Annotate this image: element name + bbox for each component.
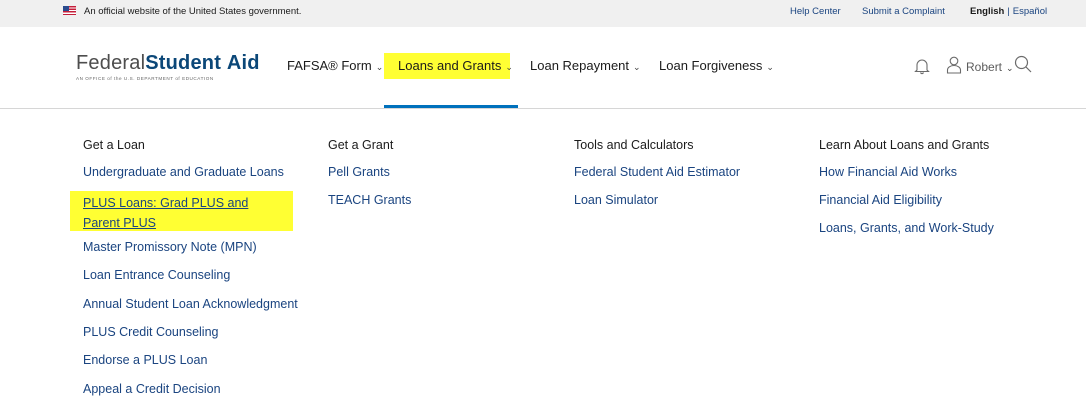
fsa-logo[interactable]: FederalStudent Aid AN OFFICE of the U.S.… [76, 52, 260, 81]
menu-link-teach-grants[interactable]: TEACH Grants [328, 193, 411, 207]
logo-tagline: AN OFFICE of the U.S. DEPARTMENT of EDUC… [76, 76, 214, 81]
menu-col-tools: Tools and Calculators [574, 138, 694, 152]
chevron-down-icon: ⌄ [766, 62, 774, 72]
help-center-link[interactable]: Help Center [790, 6, 841, 17]
nav-loan-repayment-label: Loan Repayment [530, 58, 630, 73]
us-flag-icon [63, 6, 76, 15]
menu-link-loan-simulator[interactable]: Loan Simulator [574, 193, 658, 207]
menu-col-title: Get a Grant [328, 138, 394, 152]
site-header: FederalStudent Aid AN OFFICE of the U.S.… [0, 27, 1086, 109]
gov-banner-text: An official website of the United States… [84, 6, 302, 17]
lang-separator: | [1007, 6, 1010, 17]
lang-english-link[interactable]: English [970, 6, 1004, 17]
menu-link-plus-credit-counseling[interactable]: PLUS Credit Counseling [83, 325, 219, 339]
user-icon[interactable] [946, 55, 962, 75]
logo-federal: Federal [76, 52, 146, 74]
menu-link-undergrad-grad-loans[interactable]: Undergraduate and Graduate Loans [83, 165, 284, 179]
menu-link-loans-grants-workstudy[interactable]: Loans, Grants, and Work-Study [819, 221, 994, 235]
menu-link-how-aid-works[interactable]: How Financial Aid Works [819, 165, 957, 179]
menu-link-annual-acknowledgment[interactable]: Annual Student Loan Acknowledgment [83, 297, 298, 311]
menu-link-mpn[interactable]: Master Promissory Note (MPN) [83, 240, 257, 254]
nav-loan-forgiveness-label: Loan Forgiveness [659, 58, 763, 73]
logo-student: Student [145, 52, 222, 74]
search-icon[interactable] [1014, 55, 1032, 73]
language-switcher: English | Español [970, 6, 1047, 17]
nav-fafsa-label: FAFSA® Form [287, 58, 372, 73]
menu-link-aid-eligibility[interactable]: Financial Aid Eligibility [819, 193, 942, 207]
lang-espanol-link[interactable]: Español [1013, 6, 1047, 17]
user-menu[interactable]: Robert ⌄ [966, 60, 1014, 74]
menu-col-learn: Learn About Loans and Grants [819, 138, 989, 152]
chevron-down-icon: ⌄ [1006, 63, 1014, 73]
bell-icon[interactable] [914, 57, 930, 75]
menu-link-endorse-plus[interactable]: Endorse a PLUS Loan [83, 353, 207, 367]
logo-aid: Aid [226, 52, 260, 74]
menu-col-title: Learn About Loans and Grants [819, 138, 990, 152]
menu-link-entrance-counseling[interactable]: Loan Entrance Counseling [83, 268, 230, 282]
chevron-down-icon: ⌄ [375, 62, 384, 72]
menu-link-pell-grants[interactable]: Pell Grants [328, 165, 390, 179]
menu-col-title: Tools and Calculators [574, 138, 694, 152]
gov-banner: An official website of the United States… [0, 0, 1086, 27]
chevron-down-icon: ⌄ [505, 62, 513, 72]
nav-active-underline [384, 105, 518, 108]
menu-col-get-grant: Get a Grant [328, 138, 393, 152]
user-name: Robert [966, 60, 1003, 74]
chevron-down-icon: ⌄ [633, 62, 641, 72]
menu-link-plus-loans[interactable]: PLUS Loans: Grad PLUS and Parent PLUS [83, 193, 279, 233]
menu-link-appeal-credit[interactable]: Appeal a Credit Decision [83, 382, 221, 396]
submit-complaint-link[interactable]: Submit a Complaint [862, 6, 945, 17]
menu-col-get-loan: Get a Loan [83, 138, 145, 152]
menu-col-title: Get a Loan [83, 138, 145, 152]
menu-link-aid-estimator[interactable]: Federal Student Aid Estimator [574, 165, 740, 179]
nav-loans-grants-label: Loans and Grants [398, 58, 502, 73]
